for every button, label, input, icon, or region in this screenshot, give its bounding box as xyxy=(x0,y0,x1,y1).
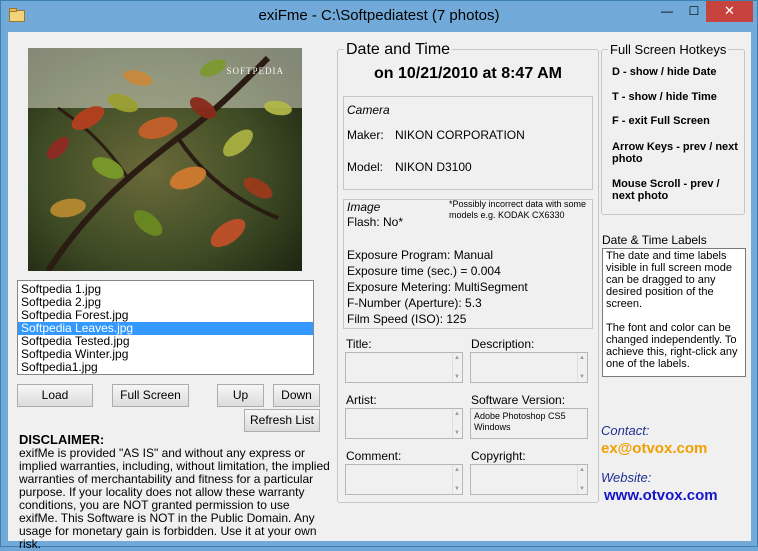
disclaimer-title: DISCLAIMER: xyxy=(19,432,105,447)
labels-info-box: The date and time labels visible in full… xyxy=(602,248,746,377)
date-time-caption: Date and Time xyxy=(344,41,453,59)
copyright-field[interactable]: ▲ ▼ xyxy=(470,464,588,495)
app-window: exiFme - C:\Softpediatest (7 photos) — ☐… xyxy=(0,0,758,551)
close-button[interactable]: ✕ xyxy=(706,1,753,22)
window-title: exiFme - C:\Softpediatest (7 photos) xyxy=(258,7,500,24)
title-field-scrollbar[interactable]: ▲ ▼ xyxy=(452,353,462,382)
maker-label: Maker: xyxy=(347,128,384,142)
exposure-program: Exposure Program: Manual xyxy=(347,248,494,262)
up-button[interactable]: Up xyxy=(217,384,264,407)
maximize-button[interactable]: ☐ xyxy=(681,1,707,22)
description-field-scrollbar[interactable]: ▲ ▼ xyxy=(577,353,587,382)
hotkey-item: Mouse Scroll - prev / next photo xyxy=(612,178,720,202)
contact-email-link[interactable]: ex@otvox.com xyxy=(601,440,707,457)
artist-field[interactable]: ▲ ▼ xyxy=(345,408,463,439)
title-field[interactable]: ▲ ▼ xyxy=(345,352,463,383)
scroll-down-icon[interactable]: ▼ xyxy=(579,374,585,380)
disclaimer-text: exifMe is provided "AS IS" and without a… xyxy=(19,446,330,551)
f-number: F-Number (Aperture): 5.3 xyxy=(347,296,482,310)
camera-heading: Camera xyxy=(347,103,390,117)
comment-field[interactable]: ▲ ▼ xyxy=(345,464,463,495)
labels-info-para2: The font and color can be changed indepe… xyxy=(606,322,738,370)
scroll-down-icon[interactable]: ▼ xyxy=(579,486,585,492)
photo-preview[interactable]: SOFTPEDIA xyxy=(28,48,302,271)
description-field[interactable]: ▲ ▼ xyxy=(470,352,588,383)
title-bar[interactable]: exiFme - C:\Softpediatest (7 photos) — ☐… xyxy=(1,1,757,31)
refresh-list-button[interactable]: Refresh List xyxy=(244,409,320,432)
website-label: Website: xyxy=(601,470,652,485)
website-link[interactable]: www.otvox.com xyxy=(604,487,718,504)
photo-watermark: SOFTPEDIA xyxy=(226,66,284,76)
copyright-field-scrollbar[interactable]: ▲ ▼ xyxy=(577,465,587,494)
scroll-down-icon[interactable]: ▼ xyxy=(454,374,460,380)
labels-info-para1: The date and time labels visible in full… xyxy=(606,250,732,310)
flash-note: *Possibly incorrect data with some model… xyxy=(449,199,587,220)
hotkey-item: Arrow Keys - prev / next photo xyxy=(612,141,738,165)
image-heading: Image xyxy=(347,200,381,214)
hotkey-item: T - show / hide Time xyxy=(612,91,717,103)
film-speed: Film Speed (ISO): 125 xyxy=(347,312,467,326)
exposure-metering: Exposure Metering: MultiSegment xyxy=(347,280,528,294)
full-screen-button[interactable]: Full Screen xyxy=(112,384,189,407)
exposure-time: Exposure time (sec.) = 0.004 xyxy=(347,264,501,278)
title-field-label: Title: xyxy=(346,337,372,351)
minimize-button[interactable]: — xyxy=(653,1,681,22)
scroll-down-icon[interactable]: ▼ xyxy=(454,486,460,492)
software-field[interactable]: Adobe Photoshop CS5 Windows xyxy=(470,408,588,439)
hotkey-item: F - exit Full Screen xyxy=(612,115,710,127)
scroll-up-icon[interactable]: ▲ xyxy=(454,467,460,473)
copyright-field-label: Copyright: xyxy=(471,449,526,463)
artist-field-scrollbar[interactable]: ▲ ▼ xyxy=(452,409,462,438)
scroll-down-icon[interactable]: ▼ xyxy=(454,430,460,436)
photo-image xyxy=(28,48,302,271)
scroll-up-icon[interactable]: ▲ xyxy=(454,411,460,417)
maker-value: NIKON CORPORATION xyxy=(395,128,525,142)
model-value: NIKON D3100 xyxy=(395,160,472,174)
contact-label: Contact: xyxy=(601,423,650,438)
client-area: SOFTPEDIA Softpedia 1.jpg Softpedia 2.jpg… xyxy=(8,32,751,551)
comment-field-scrollbar[interactable]: ▲ ▼ xyxy=(452,465,462,494)
scroll-up-icon[interactable]: ▲ xyxy=(579,355,585,361)
software-field-label: Software Version: xyxy=(471,393,566,407)
hotkeys-caption: Full Screen Hotkeys xyxy=(608,42,729,57)
photo-file-list[interactable]: Softpedia 1.jpg Softpedia 2.jpg Softpedia … xyxy=(17,280,314,375)
scroll-up-icon[interactable]: ▲ xyxy=(579,467,585,473)
flash-value: Flash: No* xyxy=(347,215,404,229)
comment-field-label: Comment: xyxy=(346,449,402,463)
date-time-value: on 10/21/2010 at 8:47 AM xyxy=(374,65,562,82)
file-list-item[interactable]: Softpedia1.jpg xyxy=(18,361,313,374)
hotkey-item: D - show / hide Date xyxy=(612,66,717,78)
labels-info-title: Date & Time Labels xyxy=(602,233,707,247)
model-label: Model: xyxy=(347,160,384,174)
scroll-up-icon[interactable]: ▲ xyxy=(454,355,460,361)
description-field-label: Description: xyxy=(471,337,535,351)
software-field-value: Adobe Photoshop CS5 Windows xyxy=(474,411,566,432)
down-button[interactable]: Down xyxy=(273,384,320,407)
artist-field-label: Artist: xyxy=(346,393,377,407)
load-button[interactable]: Load xyxy=(17,384,93,407)
